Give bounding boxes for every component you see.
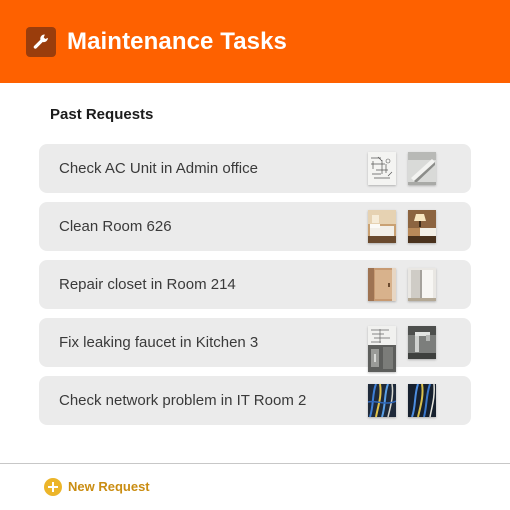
faucet-photo[interactable] <box>408 326 436 359</box>
wrench-icon <box>26 27 56 57</box>
closet-door-photo[interactable] <box>368 268 396 301</box>
plus-circle-icon <box>44 478 62 496</box>
task-row[interactable]: Clean Room 626 <box>39 202 471 251</box>
closet-interior-photo[interactable] <box>408 268 436 301</box>
bedroom-photo[interactable] <box>368 210 396 243</box>
task-label: Check AC Unit in Admin office <box>59 160 258 177</box>
task-row[interactable]: Check network problem in IT Room 2 <box>39 376 471 425</box>
ac-unit-photo[interactable] <box>408 152 436 185</box>
task-row[interactable]: Check AC Unit in Admin office <box>39 144 471 193</box>
faucet-sketch-photo[interactable] <box>368 326 396 372</box>
task-label: Check network problem in IT Room 2 <box>59 392 307 409</box>
task-label: Repair closet in Room 214 <box>59 276 236 293</box>
page-title: Maintenance Tasks <box>67 28 288 55</box>
footer-divider <box>0 463 510 464</box>
task-list: Check AC Unit in Admin office Clean Room… <box>39 144 471 434</box>
new-request-button[interactable]: New Request <box>44 478 150 496</box>
task-row[interactable]: Repair closet in Room 214 <box>39 260 471 309</box>
bedroom-lamp-photo[interactable] <box>408 210 436 243</box>
app-header: Maintenance Tasks <box>0 0 510 83</box>
section-title: Past Requests <box>50 106 154 123</box>
network-cables-photo-2[interactable] <box>408 384 436 417</box>
task-row[interactable]: Fix leaking faucet in Kitchen 3 <box>39 318 471 372</box>
task-label: Fix leaking faucet in Kitchen 3 <box>59 334 259 351</box>
network-cables-photo[interactable] <box>368 384 396 417</box>
new-request-label: New Request <box>68 479 150 494</box>
task-label: Clean Room 626 <box>59 218 172 235</box>
sketch-photo[interactable] <box>368 152 396 185</box>
